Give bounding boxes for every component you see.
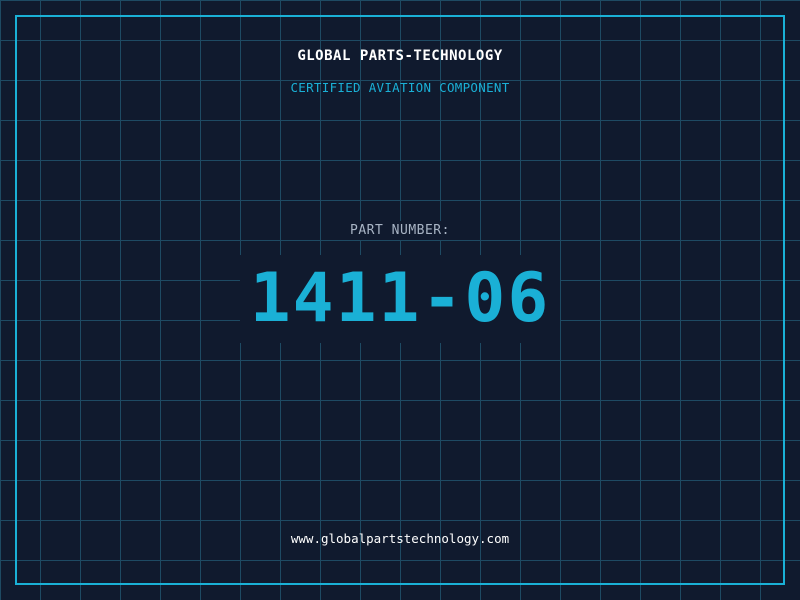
part-number-label: PART NUMBER: [344, 221, 456, 240]
part-number-row: 1411-06 [0, 255, 800, 343]
part-number-label-row: PART NUMBER: [0, 219, 800, 240]
website-url: www.globalpartstechnology.com [290, 531, 510, 546]
part-label-card: GLOBAL PARTS-TECHNOLOGY CERTIFIED AVIATI… [0, 0, 800, 600]
part-number-value: 1411-06 [239, 255, 561, 343]
certification-subtitle: CERTIFIED AVIATION COMPONENT [290, 80, 510, 95]
brand-name: GLOBAL PARTS-TECHNOLOGY [297, 48, 503, 64]
